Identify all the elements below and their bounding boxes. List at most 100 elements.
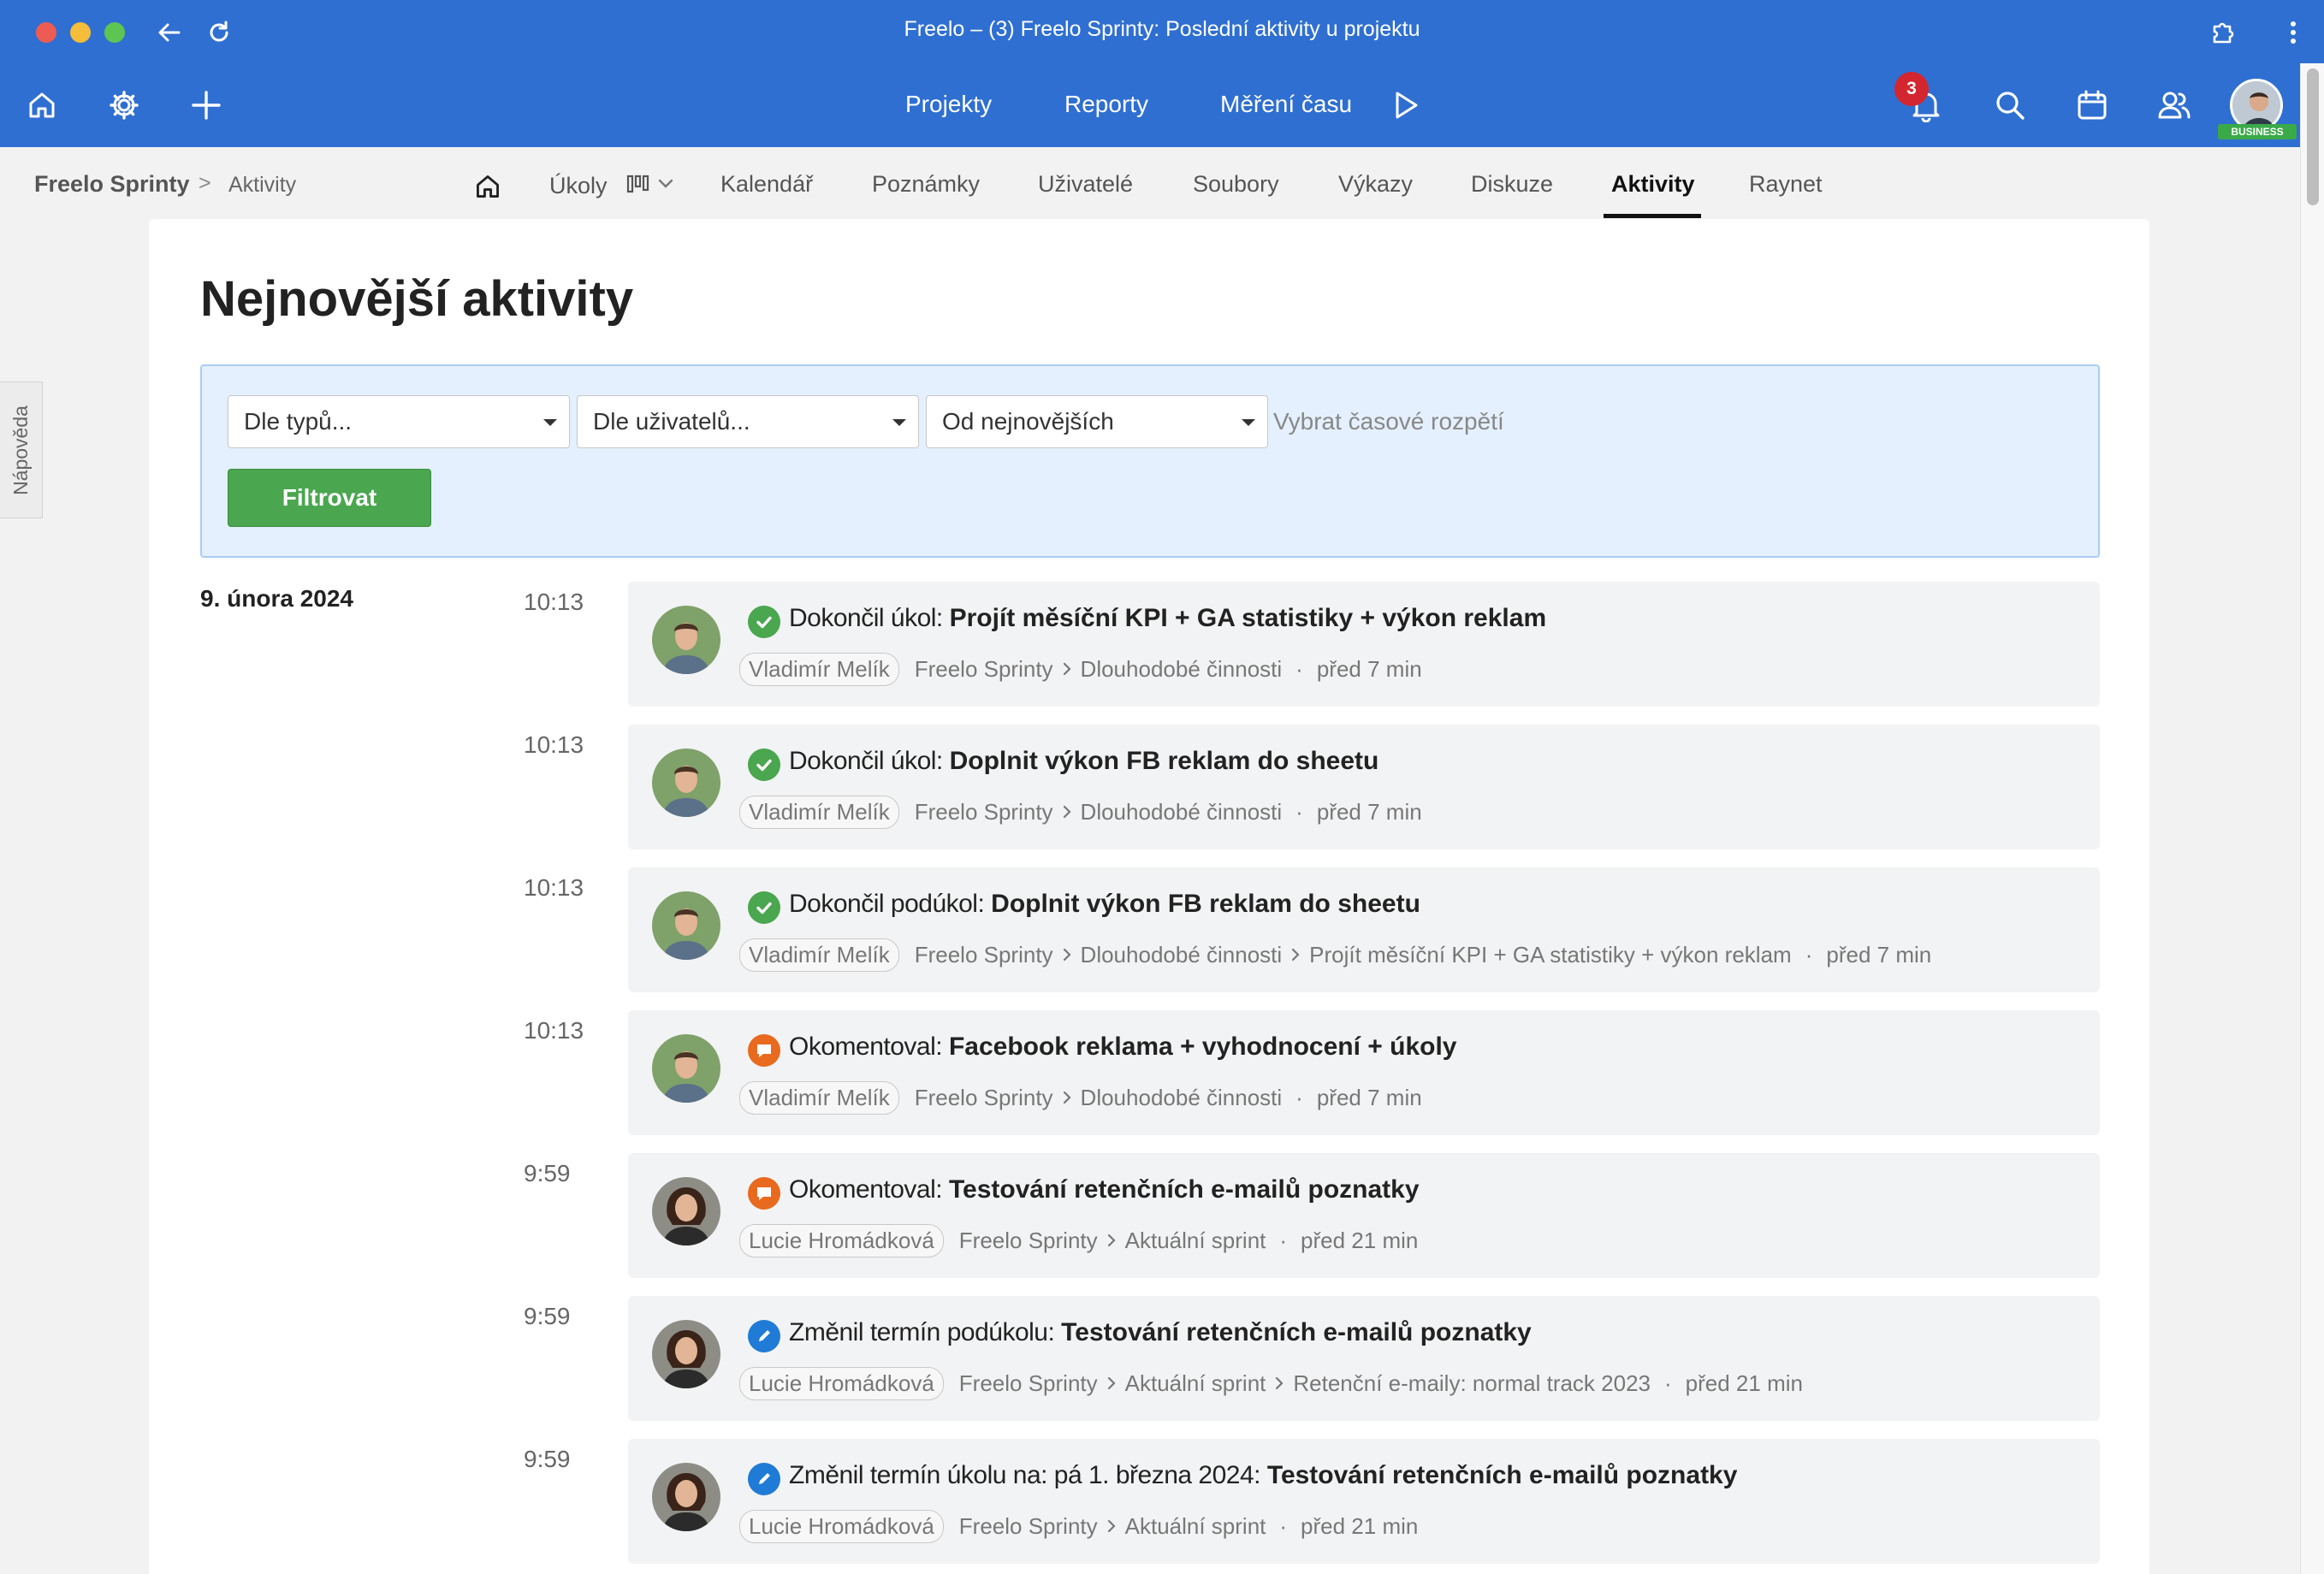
tab-aktivity[interactable]: Aktivity (1611, 171, 1695, 198)
path-segment-link[interactable]: Retenční e-maily: normal track 2023 (1293, 1370, 1651, 1396)
activity-meta: Vladimír Melík Freelo Sprinty Dlouhodobé č… (739, 1080, 1422, 1115)
path-segment-link[interactable]: Aktuální sprint (1125, 1228, 1266, 1253)
activity-action: Dokončil úkol: (789, 747, 943, 775)
activity-row[interactable]: Dokončil úkol: Doplnit výkon FB reklam d… (628, 725, 2100, 849)
chevron-right-icon (1290, 942, 1301, 967)
breadcrumb-project[interactable]: Freelo Sprinty (34, 171, 190, 198)
path-segment-link[interactable]: Projít měsíční KPI + GA statistiky + výk… (1309, 942, 1792, 967)
activity-meta: Vladimír Melík Freelo Sprinty Dlouhodobé č… (739, 652, 1422, 686)
activity-row[interactable]: Okomentoval: Testování retenčních e-mail… (628, 1153, 2100, 1278)
filter-type-select[interactable]: Dle typů... (228, 395, 570, 448)
path-segment-link[interactable]: Dlouhodobé činnosti (1081, 1085, 1283, 1110)
activity-path: Freelo Sprinty Dlouhodobé činnosti Projít … (915, 942, 1792, 968)
activity-row[interactable]: Změnil termín úkolu na: pá 1. března 202… (628, 1439, 2100, 1564)
user-avatar[interactable] (652, 749, 720, 817)
activity-time: 9:59 (524, 1303, 571, 1329)
home-icon[interactable] (21, 84, 63, 127)
meta-separator-dot: · (1295, 655, 1303, 682)
path-segment-link[interactable]: Freelo Sprinty (959, 1370, 1098, 1396)
activity-time: 10:13 (524, 589, 584, 615)
user-pill[interactable]: Lucie Hromádková (739, 1509, 944, 1543)
user-pill[interactable]: Lucie Hromádková (739, 1223, 944, 1257)
activity-row[interactable]: Dokončil úkol: Projít měsíční KPI + GA s… (628, 582, 2100, 707)
user-avatar[interactable] (652, 891, 720, 960)
nav-link-projekty[interactable]: Projekty (905, 91, 992, 118)
activity-subject-link[interactable]: Facebook reklama + vyhodnocení + úkoly (949, 1033, 1457, 1061)
chevron-right-icon (1274, 1370, 1284, 1396)
add-plus-icon[interactable] (185, 84, 228, 127)
scrollbar-thumb[interactable] (2307, 68, 2319, 205)
activity-action: Dokončil úkol: (789, 604, 943, 632)
filter-type-value: Dle typů... (244, 408, 353, 435)
tab-vykazy[interactable]: Výkazy (1338, 171, 1413, 198)
activity-headline: Okomentoval: Facebook reklama + vyhodnoc… (789, 1033, 1457, 1062)
date-range-picker[interactable]: Vybrat časové rozpětí (1273, 395, 1504, 448)
timer-play-icon[interactable] (1384, 84, 1427, 127)
activity-subject-link[interactable]: Projít měsíční KPI + GA statistiky + výk… (950, 604, 1547, 632)
path-segment-link[interactable]: Freelo Sprinty (915, 656, 1053, 682)
meta-separator-dot: · (1295, 798, 1303, 825)
activity-row[interactable]: Změnil termín podúkolu: Testování retenč… (628, 1296, 2100, 1421)
user-avatar[interactable] (652, 1034, 720, 1103)
nav-link-mereni-casu[interactable]: Měření času (1220, 91, 1352, 118)
meta-separator-dot: · (1295, 1084, 1303, 1110)
settings-gear-icon[interactable] (103, 84, 145, 127)
path-segment-link[interactable]: Dlouhodobé činnosti (1081, 799, 1283, 825)
tab-diskuze[interactable]: Diskuze (1471, 171, 1553, 198)
search-icon[interactable] (1989, 84, 2031, 127)
chevron-right-icon (1106, 1228, 1117, 1253)
kanban-view-icon[interactable] (626, 175, 650, 199)
page-scrollbar[interactable] (2300, 63, 2324, 1574)
path-segment-link[interactable]: Freelo Sprinty (959, 1228, 1098, 1253)
activity-headline: Změnil termín podúkolu: Testování retenč… (789, 1318, 1532, 1347)
extension-icon[interactable] (2206, 15, 2240, 50)
activity-meta: Vladimír Melík Freelo Sprinty Dlouhodobé č… (739, 795, 1422, 829)
user-pill[interactable]: Lucie Hromádková (739, 1366, 944, 1400)
user-avatar[interactable] (652, 1177, 720, 1246)
tab-soubory[interactable]: Soubory (1193, 171, 1279, 198)
user-pill[interactable]: Vladimír Melík (739, 938, 899, 972)
filter-submit-button[interactable]: Filtrovat (228, 469, 431, 527)
tab-ukoly[interactable]: Úkoly (549, 173, 608, 199)
activity-row[interactable]: Okomentoval: Facebook reklama + vyhodnoc… (628, 1010, 2100, 1135)
user-avatar[interactable] (652, 606, 720, 674)
path-segment-link[interactable]: Freelo Sprinty (915, 1085, 1053, 1110)
activity-row[interactable]: Dokončil podúkol: Doplnit výkon FB rekla… (628, 867, 2100, 992)
user-avatar[interactable] (652, 1463, 720, 1531)
chevron-down-icon[interactable] (657, 178, 674, 194)
user-pill[interactable]: Vladimír Melík (739, 1080, 899, 1115)
activity-subject-link[interactable]: Testování retenčních e-mailů poznatky (949, 1175, 1420, 1204)
more-vertical-icon[interactable] (2276, 15, 2310, 50)
help-side-tab[interactable]: Nápověda (0, 382, 43, 518)
tab-uzivatele[interactable]: Uživatelé (1038, 171, 1133, 198)
filter-order-value: Od nejnovějších (942, 408, 1114, 435)
path-segment-link[interactable]: Dlouhodobé činnosti (1081, 656, 1283, 682)
path-segment-link[interactable]: Freelo Sprinty (915, 799, 1053, 825)
user-pill[interactable]: Vladimír Melík (739, 652, 899, 686)
users-icon[interactable] (2153, 84, 2196, 127)
activity-subject-link[interactable]: Doplnit výkon FB reklam do sheetu (991, 890, 1420, 918)
path-segment-link[interactable]: Aktuální sprint (1125, 1513, 1266, 1539)
meta-separator-dot: · (1805, 941, 1813, 967)
activity-headline: Změnil termín úkolu na: pá 1. března 202… (789, 1461, 1737, 1490)
tab-raynet[interactable]: Raynet (1749, 171, 1823, 198)
filter-order-select[interactable]: Od nejnovějších (926, 395, 1268, 448)
project-home-icon[interactable] (469, 168, 507, 205)
check-circle-icon (748, 891, 780, 924)
path-segment-link[interactable]: Dlouhodobé činnosti (1081, 942, 1283, 967)
path-segment-link[interactable]: Aktuální sprint (1125, 1370, 1266, 1396)
tab-poznamky[interactable]: Poznámky (872, 171, 980, 198)
activity-subject-link[interactable]: Doplnit výkon FB reklam do sheetu (950, 747, 1379, 775)
activity-subject-link[interactable]: Testování retenčních e-mailů poznatky (1267, 1461, 1738, 1489)
path-segment-link[interactable]: Freelo Sprinty (915, 942, 1053, 967)
activity-subject-link[interactable]: Testování retenčních e-mailů poznatky (1061, 1318, 1532, 1346)
path-segment-link[interactable]: Freelo Sprinty (959, 1513, 1098, 1539)
calendar-icon[interactable] (2071, 84, 2114, 127)
filter-user-select[interactable]: Dle uživatelů... (577, 395, 919, 448)
tab-kalendar[interactable]: Kalendář (720, 171, 813, 198)
active-tab-indicator (1604, 214, 1701, 218)
user-avatar[interactable] (652, 1320, 720, 1388)
edit-icon (748, 1463, 780, 1495)
nav-link-reporty[interactable]: Reporty (1064, 91, 1148, 118)
user-pill[interactable]: Vladimír Melík (739, 795, 899, 829)
